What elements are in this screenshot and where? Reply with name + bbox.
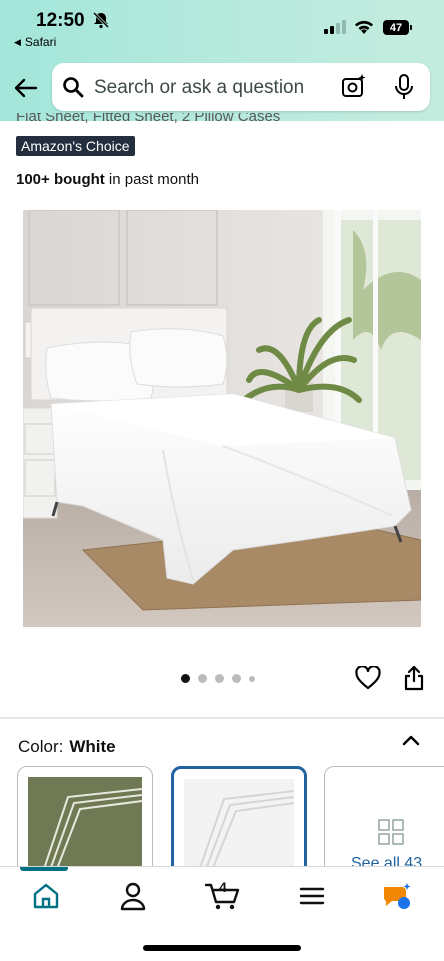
back-arrow-icon[interactable] bbox=[12, 75, 38, 101]
account-icon[interactable] bbox=[117, 881, 149, 911]
heart-icon[interactable] bbox=[355, 666, 381, 690]
product-title-partial: Flat Sheet, Fitted Sheet, 2 Pillow Cases bbox=[16, 113, 281, 125]
color-label-text: Color: bbox=[18, 737, 64, 756]
share-icon[interactable] bbox=[403, 665, 425, 691]
home-icon[interactable] bbox=[30, 881, 62, 911]
back-to-app[interactable]: ◀ Safari bbox=[14, 35, 56, 49]
bell-off-icon bbox=[92, 11, 110, 29]
chevron-up-icon[interactable] bbox=[401, 733, 421, 747]
camera-lens-icon[interactable] bbox=[341, 73, 367, 99]
carousel-dot[interactable] bbox=[232, 674, 241, 683]
microphone-icon[interactable] bbox=[392, 73, 416, 101]
signal-icon bbox=[324, 20, 346, 34]
battery-cap bbox=[410, 25, 412, 30]
selected-color-value: White bbox=[69, 737, 116, 756]
status-time: 12:50 bbox=[36, 10, 85, 31]
rufus-assistant-icon[interactable] bbox=[380, 881, 412, 911]
wifi-icon bbox=[355, 20, 373, 34]
section-divider bbox=[0, 717, 444, 719]
color-selection-label: Color: White bbox=[18, 737, 116, 757]
search-icon bbox=[63, 77, 84, 98]
back-triangle-icon: ◀ bbox=[14, 36, 21, 47]
cart-count: 4 bbox=[219, 879, 227, 895]
product-image[interactable] bbox=[23, 210, 421, 627]
grid-icon bbox=[378, 819, 404, 845]
home-indicator bbox=[143, 945, 301, 951]
back-app-label: Safari bbox=[24, 35, 57, 49]
carousel-dot[interactable] bbox=[249, 675, 255, 682]
menu-icon[interactable] bbox=[296, 881, 328, 911]
bought-suffix: in past month bbox=[104, 171, 199, 188]
bought-in-past-month: 100+ bought in past month bbox=[16, 171, 199, 188]
carousel-dot[interactable] bbox=[198, 674, 207, 683]
search-bar[interactable] bbox=[52, 63, 430, 113]
active-tab-indicator bbox=[20, 867, 68, 871]
amazons-choice-badge: Amazon's Choice bbox=[16, 136, 135, 156]
bought-count: 100+ bought bbox=[16, 171, 105, 188]
battery-level: 47 bbox=[383, 20, 409, 35]
carousel-dot[interactable] bbox=[181, 674, 190, 683]
image-carousel-dots[interactable] bbox=[181, 674, 255, 683]
search-input[interactable] bbox=[92, 63, 346, 113]
carousel-dot[interactable] bbox=[215, 674, 224, 683]
